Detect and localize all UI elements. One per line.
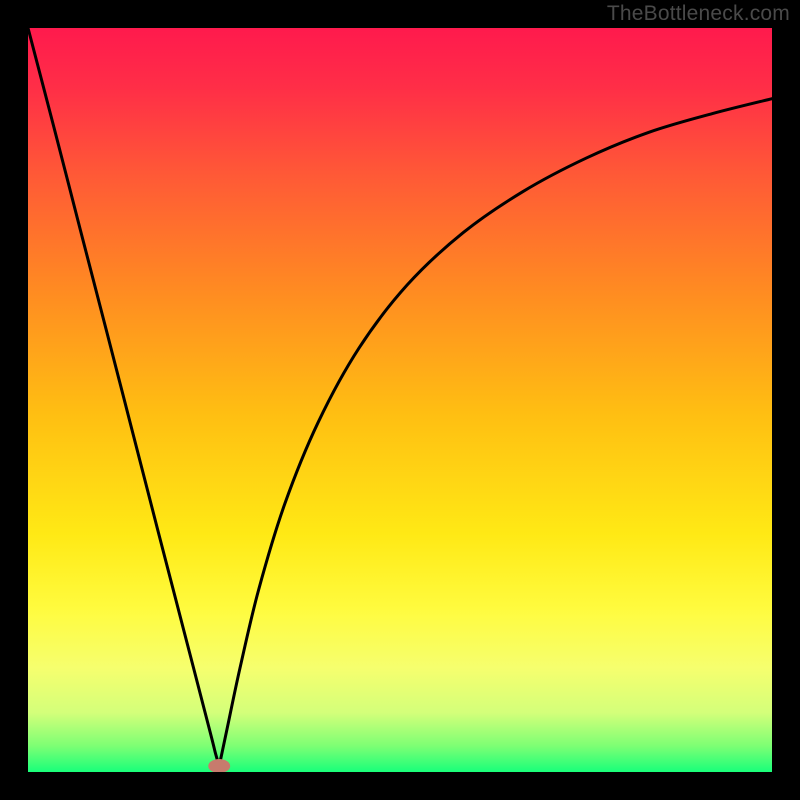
gradient-background [28,28,772,772]
watermark-text: TheBottleneck.com [607,2,790,26]
chart-frame: TheBottleneck.com [0,0,800,800]
plot-area [28,28,772,772]
chart-svg [28,28,772,772]
